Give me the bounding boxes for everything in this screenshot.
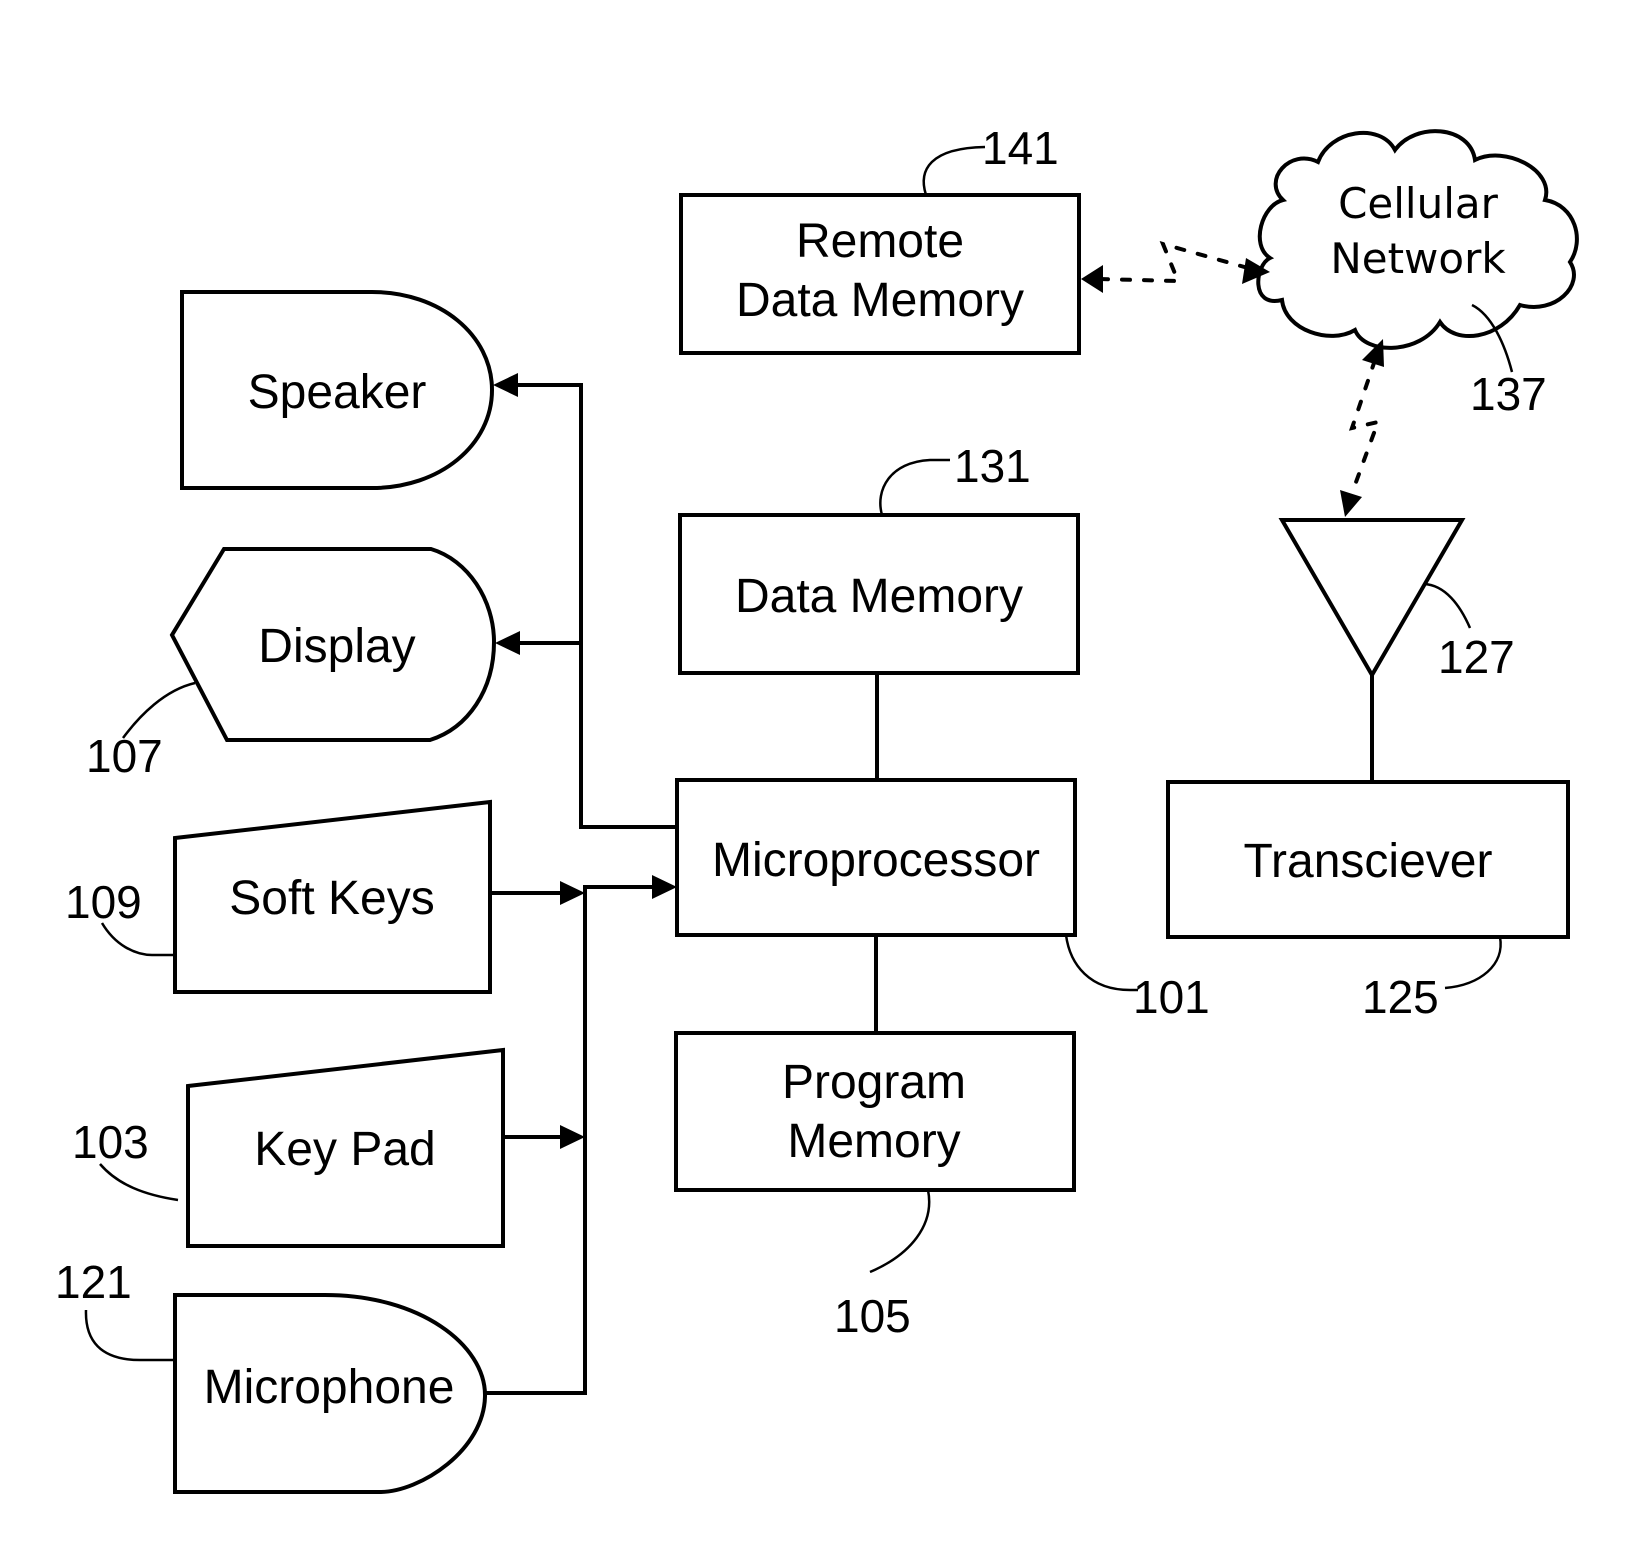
ref-leader-127 — [1423, 582, 1472, 629]
ref-number-109: 109 — [65, 876, 142, 928]
ref-leader-141 — [922, 145, 986, 196]
ref-number-121: 121 — [55, 1256, 132, 1308]
ref-number-141: 141 — [982, 122, 1059, 174]
arrow-head-to-antenna — [1340, 490, 1362, 517]
wireless-link-remote-to-network — [1081, 240, 1270, 293]
output-bus — [493, 373, 677, 829]
remote-data-memory-label-line1: Remote — [796, 215, 964, 268]
microphone-block: Microphone 121 — [55, 1256, 488, 1494]
data-memory-block: Data Memory 131 — [678, 440, 1080, 675]
ref-number-137: 137 — [1470, 368, 1547, 420]
cellular-network-label-line1: Cellular — [1338, 179, 1499, 228]
key-pad-block: Key Pad 103 — [72, 1047, 505, 1248]
program-memory-label-line1: Program — [782, 1056, 966, 1109]
microprocessor-label: Microprocessor — [712, 834, 1040, 887]
cellular-network-label-line2: Network — [1330, 234, 1506, 283]
ref-leader-121 — [84, 1309, 175, 1362]
ref-number-131: 131 — [954, 440, 1031, 492]
arrow-head-to-microprocessor — [652, 875, 677, 899]
microprocessor-block: Microprocessor 101 — [675, 778, 1210, 1023]
ref-leader-103 — [99, 1163, 179, 1202]
arrow-head-key-pad-to-bus — [560, 1125, 585, 1149]
antenna-triangle-icon — [1278, 518, 1466, 679]
transceiver-label: Transciever — [1244, 835, 1493, 888]
ref-leader-131 — [879, 458, 950, 516]
wireless-dashed-line-vertical — [1348, 358, 1382, 495]
program-memory-label-line2: Memory — [787, 1115, 960, 1168]
ref-number-125: 125 — [1362, 971, 1439, 1023]
ref-number-107: 107 — [86, 730, 163, 782]
input-bus — [485, 875, 677, 1395]
speaker-label: Speaker — [248, 366, 427, 419]
microphone-label: Microphone — [204, 1361, 455, 1414]
arrow-head-soft-keys-to-bus — [560, 881, 585, 905]
cellular-network-block: Cellular Network 137 — [1256, 129, 1579, 420]
key-pad-label: Key Pad — [254, 1123, 435, 1176]
ref-number-105: 105 — [834, 1290, 911, 1342]
program-memory-block: Program Memory 105 — [674, 1031, 1076, 1342]
antenna-block: 127 — [1278, 518, 1515, 782]
remote-data-memory-block: Remote Data Memory 141 — [679, 122, 1081, 355]
output-bus-line-speaker — [515, 383, 677, 829]
block-diagram: Remote Data Memory 141 Cellular Network … — [55, 122, 1579, 1494]
soft-keys-label: Soft Keys — [229, 872, 434, 925]
display-block: Display 107 — [86, 547, 497, 782]
ref-leader-125 — [1444, 936, 1502, 990]
wireless-dashed-line — [1098, 240, 1250, 284]
arrow-head-to-display — [495, 631, 520, 655]
soft-keys-block: Soft Keys 109 — [65, 799, 492, 994]
ref-number-103: 103 — [72, 1116, 149, 1168]
speaker-block: Speaker — [180, 290, 495, 490]
ref-leader-105 — [869, 1189, 931, 1274]
remote-data-memory-label-line2: Data Memory — [736, 274, 1024, 327]
ref-leader-101 — [1064, 934, 1138, 992]
ref-number-127: 127 — [1438, 631, 1515, 683]
ref-number-101: 101 — [1133, 971, 1210, 1023]
display-label: Display — [258, 620, 415, 673]
data-memory-label: Data Memory — [735, 570, 1023, 623]
transceiver-block: Transciever 125 — [1166, 780, 1570, 1023]
wireless-link-network-to-antenna — [1340, 339, 1384, 517]
arrow-head-to-remote-memory — [1081, 265, 1103, 293]
arrow-head-to-speaker — [493, 373, 518, 397]
